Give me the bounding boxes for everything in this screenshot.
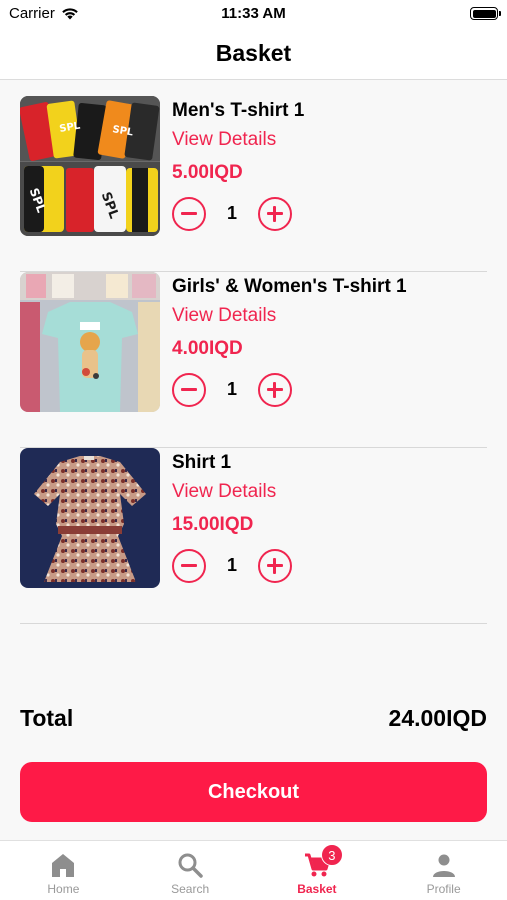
page-title: Basket: [215, 40, 292, 66]
tab-basket[interactable]: 3 Basket: [254, 841, 381, 900]
cart-icon: 3: [303, 844, 343, 879]
tab-profile[interactable]: Profile: [380, 841, 507, 900]
tab-label: Home: [47, 882, 80, 896]
navigation-bar: Basket: [0, 28, 507, 80]
tshirt-photo: SPL SPL SPL SPL: [20, 96, 160, 236]
quantity-stepper: 1: [172, 373, 292, 407]
basket-item: SPL SPL SPL SPL Men's T-shirt 1 View Det…: [20, 96, 487, 272]
tab-search[interactable]: Search: [127, 841, 254, 900]
product-name: Men's T-shirt 1: [172, 100, 305, 121]
quantity-stepper: 1: [172, 197, 292, 231]
total-label: Total: [20, 705, 74, 731]
home-icon: [49, 851, 77, 879]
cart-count-badge: 3: [320, 844, 343, 866]
decrease-quantity-button[interactable]: [172, 197, 206, 231]
decrease-quantity-button[interactable]: [172, 549, 206, 583]
status-bar: Carrier 11:33 AM: [0, 0, 507, 28]
basket-item: Shirt 1 View Details 15.00IQD 1: [20, 448, 487, 624]
quantity-value: 1: [226, 379, 237, 399]
total-row: Total 24.00IQD: [20, 705, 487, 735]
person-icon: [430, 851, 458, 879]
quantity-stepper: 1: [172, 549, 292, 583]
tab-home[interactable]: Home: [0, 841, 127, 900]
product-image[interactable]: SPL SPL SPL SPL: [20, 96, 160, 236]
shirt-photo: [20, 448, 160, 588]
increase-quantity-button[interactable]: [258, 373, 292, 407]
increase-quantity-button[interactable]: [258, 549, 292, 583]
tab-bar: Home Search 3 Basket Profile: [0, 840, 507, 900]
increase-quantity-button[interactable]: [258, 197, 292, 231]
product-name: Girls' & Women's T-shirt 1: [172, 276, 407, 297]
quantity-value: 1: [226, 555, 237, 575]
quantity-value: 1: [226, 203, 237, 223]
view-details-link[interactable]: View Details: [172, 129, 276, 151]
decrease-quantity-button[interactable]: [172, 373, 206, 407]
battery-icon: [470, 7, 501, 20]
product-image[interactable]: [20, 272, 160, 412]
view-details-link[interactable]: View Details: [172, 305, 276, 327]
clock: 11:33 AM: [221, 5, 286, 22]
basket-item: Girls' & Women's T-shirt 1 View Details …: [20, 272, 487, 448]
total-value: 24.00IQD: [388, 705, 487, 731]
tab-label: Basket: [297, 882, 337, 896]
checkout-button[interactable]: Checkout: [20, 762, 487, 822]
product-price: 5.00IQD: [172, 162, 243, 183]
product-price: 15.00IQD: [172, 514, 254, 535]
product-image[interactable]: [20, 448, 160, 588]
view-details-link[interactable]: View Details: [172, 481, 276, 503]
product-price: 4.00IQD: [172, 338, 243, 359]
search-icon: [176, 851, 204, 879]
tab-label: Profile: [426, 882, 461, 896]
product-name: Shirt 1: [172, 452, 232, 473]
tab-label: Search: [171, 882, 210, 896]
tshirt-photo: [20, 272, 160, 412]
